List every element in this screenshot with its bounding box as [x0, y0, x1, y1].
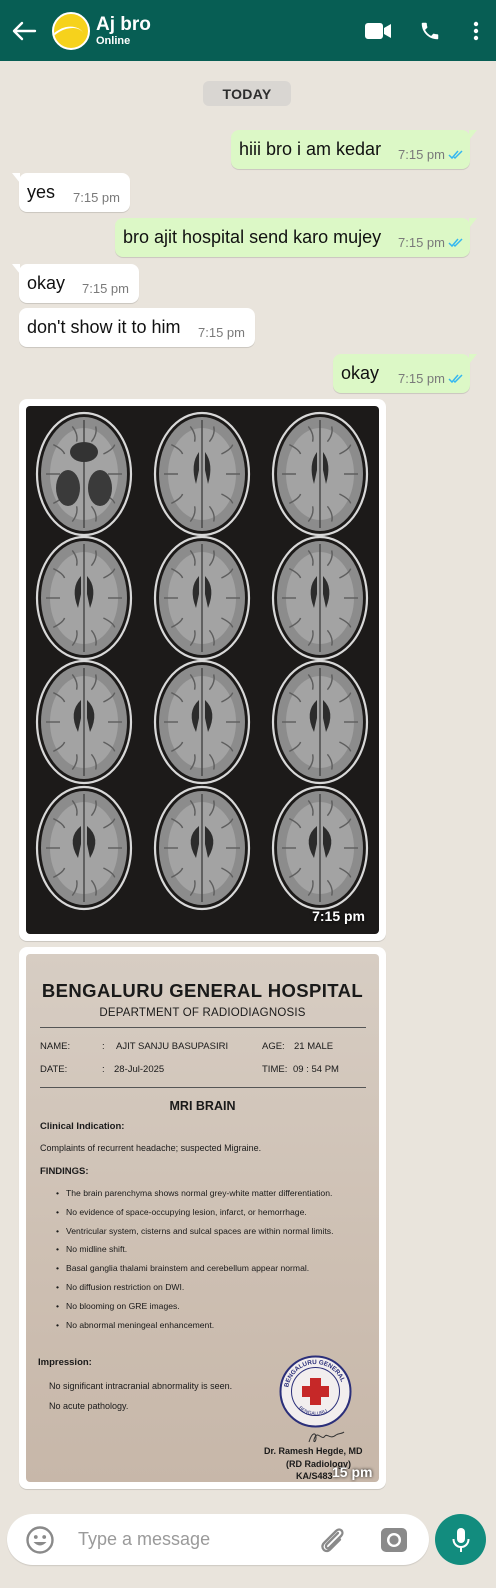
voice-call-button[interactable] — [404, 0, 456, 61]
more-options-button[interactable] — [456, 0, 496, 61]
impression-label: Impression: — [38, 1357, 92, 1368]
hospital-name: BENGALURU GENERAL HOSPITAL — [41, 980, 364, 1001]
read-receipt-icon — [448, 373, 463, 383]
message-text: okay — [27, 273, 66, 293]
arrow-left-icon — [12, 21, 37, 40]
mri-slice — [153, 535, 251, 661]
finding-item: Basal ganglia thalami brainstem and cere… — [56, 1263, 366, 1275]
chat-header: Aj bro Online — [0, 0, 496, 61]
mri-slice — [35, 535, 133, 661]
finding-item: No diffusion restriction on DWI. — [56, 1282, 366, 1294]
mri-slice — [271, 535, 369, 661]
mri-slice — [271, 659, 369, 785]
message-text: bro ajit hospital send karo mujey — [123, 227, 382, 247]
impression-text: No acute pathology. — [49, 1401, 129, 1411]
finding-item: No evidence of space-occupying lesion, i… — [56, 1207, 366, 1219]
finding-item: Ventricular system, cisterns and sulcal … — [56, 1226, 366, 1238]
mri-slices — [35, 411, 369, 911]
clinical-text: Complaints of recurrent headache; suspec… — [40, 1143, 262, 1153]
image-message-mri[interactable]: 7:15 pm — [19, 399, 386, 941]
date-separator: TODAY — [203, 81, 291, 106]
message-outgoing[interactable]: hiii bro i am kedar 7:15 pm — [231, 130, 477, 169]
findings-label: FINDINGS: — [40, 1166, 89, 1177]
message-outgoing[interactable]: okay 7:15 pm — [333, 354, 477, 393]
mri-slice — [271, 785, 369, 911]
emoji-button[interactable] — [15, 1514, 65, 1565]
clinical-label: Clinical Indication: — [40, 1121, 125, 1132]
message-time: 7:15 pm — [312, 908, 365, 924]
read-receipt-icon — [448, 237, 463, 247]
message-input[interactable]: Type a message — [78, 1529, 210, 1550]
message-time: 7:15 pm — [398, 147, 464, 162]
attach-button[interactable] — [311, 1514, 353, 1565]
message-time: 7:15 pm — [198, 325, 245, 340]
message-text: yes — [27, 182, 56, 202]
signature-icon — [308, 1431, 345, 1443]
message-time: 7:15 pm — [398, 235, 464, 250]
mic-icon — [452, 1527, 469, 1552]
patient-name: AJIT SANJU BASUPASIRI — [116, 1041, 229, 1052]
name-label: NAME: — [40, 1041, 71, 1052]
mri-slice — [35, 785, 133, 911]
message-input-box[interactable]: Type a message — [7, 1514, 429, 1565]
message-time: 7:15 pm — [73, 190, 120, 205]
more-vert-icon — [473, 21, 479, 40]
read-receipt-icon — [448, 149, 463, 159]
mri-slice — [271, 411, 369, 537]
message-text: okay — [341, 363, 380, 383]
phone-icon — [421, 22, 439, 39]
report-time: 09 : 54 PM — [293, 1064, 339, 1075]
message-incoming[interactable]: okay 7:15 pm — [12, 264, 139, 303]
message-time: 15 pm — [332, 1464, 373, 1480]
image-message-report[interactable]: BENGALURU GENERAL HOSPITAL DEPARTMENT OF… — [19, 947, 386, 1489]
video-call-icon — [365, 22, 391, 39]
age-label: AGE: — [262, 1041, 285, 1052]
finding-item: The brain parenchyma shows normal grey-w… — [56, 1188, 366, 1200]
exam-title: MRI BRAIN — [169, 1099, 236, 1113]
message-list[interactable]: TODAY hiii bro i am kedar 7:15 pm yes 7:… — [0, 61, 496, 1513]
message-incoming[interactable]: don't show it to him 7:15 pm — [19, 308, 255, 347]
mri-slice — [153, 659, 251, 785]
mri-slice — [35, 659, 133, 785]
emoji-icon — [26, 1525, 54, 1554]
age-value: 21 MALE — [294, 1041, 334, 1052]
camera-icon — [381, 1527, 407, 1552]
message-text: hiii bro i am kedar — [239, 139, 382, 159]
doctor-registration: KA/S483 — [296, 1471, 333, 1481]
finding-item: No abnormal meningeal enhancement. — [56, 1320, 366, 1332]
finding-item: No midline shift. — [56, 1244, 366, 1256]
contact-info[interactable]: Aj bro Online — [96, 14, 151, 47]
hospital-seal-icon: BENGALURU GENERAL BENGALURU — [279, 1355, 352, 1428]
doctor-name: Dr. Ramesh Hegde, MD — [264, 1446, 363, 1456]
message-time: 7:15 pm — [82, 281, 129, 296]
message-time: 7:15 pm — [398, 371, 464, 386]
contact-name[interactable]: Aj bro — [96, 14, 151, 35]
message-outgoing[interactable]: bro ajit hospital send karo mujey 7:15 p… — [115, 218, 477, 257]
message-incoming[interactable]: yes 7:15 pm — [12, 173, 130, 212]
back-button[interactable] — [2, 0, 46, 61]
department-name: DEPARTMENT OF RADIODIAGNOSIS — [99, 1007, 306, 1019]
time-label: TIME: — [262, 1064, 288, 1075]
contact-status: Online — [96, 35, 131, 47]
avatar[interactable] — [52, 11, 90, 50]
mri-scan-image[interactable]: 7:15 pm — [26, 406, 379, 934]
mri-report-image[interactable]: BENGALURU GENERAL HOSPITAL DEPARTMENT OF… — [26, 954, 379, 1482]
finding-item: No blooming on GRE images. — [56, 1301, 366, 1313]
composer: Type a message — [0, 1513, 496, 1588]
mri-slice — [153, 785, 251, 911]
impression-text: No significant intracranial abnormality … — [49, 1381, 233, 1391]
paperclip-icon — [321, 1527, 344, 1552]
report-date: 28-Jul-2025 — [114, 1064, 165, 1075]
message-text: don't show it to him — [27, 317, 181, 337]
mri-slice — [153, 411, 251, 537]
mri-slice — [35, 411, 133, 537]
camera-button[interactable] — [373, 1514, 415, 1565]
date-label: DATE: — [40, 1064, 68, 1075]
video-call-button[interactable] — [352, 0, 404, 61]
findings-list: The brain parenchyma shows normal grey-w… — [56, 1188, 366, 1338]
voice-record-button[interactable] — [435, 1514, 486, 1565]
